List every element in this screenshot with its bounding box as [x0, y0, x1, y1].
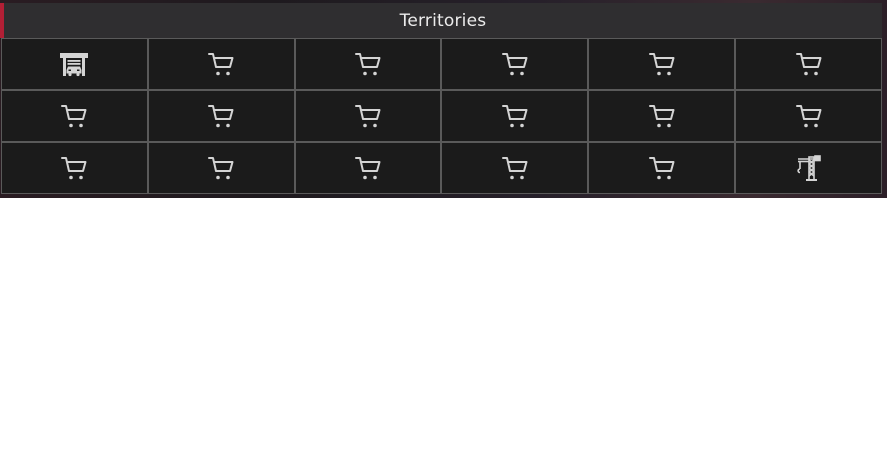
territory-slot-10[interactable] — [442, 91, 588, 141]
territory-slot-11[interactable] — [589, 91, 735, 141]
territory-slot-14[interactable] — [148, 143, 294, 193]
shopping-cart-icon — [206, 153, 236, 183]
territories-grid — [1, 38, 882, 194]
shopping-cart-icon — [794, 49, 824, 79]
shopping-cart-icon — [647, 49, 677, 79]
construction-crane-icon — [794, 153, 824, 183]
shopping-cart-icon — [647, 153, 677, 183]
territory-slot-2[interactable] — [148, 39, 294, 89]
territory-slot-15[interactable] — [295, 143, 441, 193]
shopping-cart-icon — [59, 153, 89, 183]
territory-slot-4[interactable] — [442, 39, 588, 89]
shopping-cart-icon — [353, 153, 383, 183]
shopping-cart-icon — [647, 101, 677, 131]
shopping-cart-icon — [206, 49, 236, 79]
territory-slot-13[interactable] — [2, 143, 147, 193]
shopping-cart-icon — [794, 101, 824, 131]
territory-slot-6[interactable] — [736, 39, 881, 89]
shopping-cart-icon — [353, 101, 383, 131]
territory-slot-7[interactable] — [2, 91, 147, 141]
shopping-cart-icon — [206, 101, 236, 131]
territory-slot-3[interactable] — [295, 39, 441, 89]
territory-slot-17[interactable] — [589, 143, 735, 193]
shopping-cart-icon — [353, 49, 383, 79]
shopping-cart-icon — [500, 101, 530, 131]
shopping-cart-icon — [500, 49, 530, 79]
shopping-cart-icon — [500, 153, 530, 183]
territory-slot-18[interactable] — [736, 143, 881, 193]
territories-panel: Territories — [0, 3, 882, 194]
territory-slot-8[interactable] — [148, 91, 294, 141]
garage-icon — [59, 49, 89, 79]
territory-slot-12[interactable] — [736, 91, 881, 141]
shopping-cart-icon — [59, 101, 89, 131]
territory-slot-5[interactable] — [589, 39, 735, 89]
territory-slot-1[interactable] — [2, 39, 147, 89]
panel-title: Territories — [0, 3, 882, 38]
territory-slot-16[interactable] — [442, 143, 588, 193]
territory-slot-9[interactable] — [295, 91, 441, 141]
